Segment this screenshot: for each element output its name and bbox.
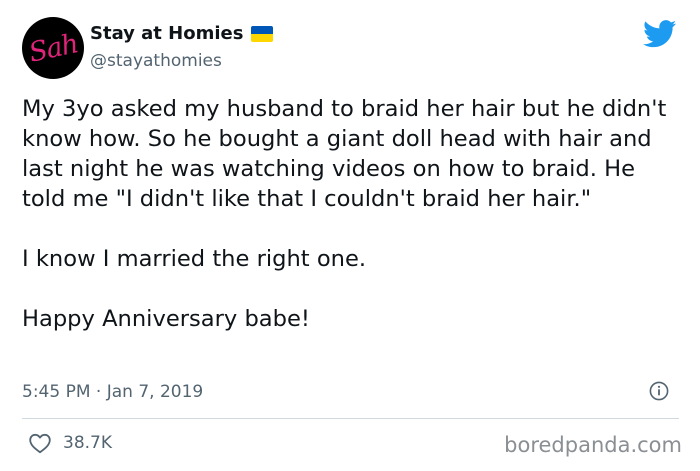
- author-name-row: Stay at Homies: [90, 22, 274, 46]
- twitter-bird-icon[interactable]: [643, 20, 677, 48]
- tweet-body: My 3yo asked my husband to braid her hai…: [22, 94, 682, 334]
- twitter-bird-shape: [643, 20, 677, 48]
- tweet-timestamp[interactable]: 5:45 PM · Jan 7, 2019: [22, 380, 203, 404]
- tweet-paragraph: Happy Anniversary babe!: [22, 306, 310, 332]
- flag-top-stripe: [251, 26, 274, 34]
- ukraine-flag-icon: [251, 26, 274, 42]
- heart-icon[interactable]: [28, 432, 52, 454]
- info-icon[interactable]: [649, 381, 669, 401]
- info-icon-dot: [657, 385, 661, 388]
- display-name[interactable]: Stay at Homies: [90, 22, 243, 46]
- watermark: boredpanda.com: [504, 433, 682, 457]
- heart-icon-shape: [29, 433, 51, 454]
- divider: [22, 418, 679, 419]
- user-handle[interactable]: @stayathomies: [90, 50, 222, 72]
- flag-bottom-stripe: [251, 34, 274, 42]
- tweet-paragraph: I know I married the right one.: [22, 246, 367, 272]
- avatar-logo-text: Sah: [25, 27, 81, 69]
- info-icon-stem: [658, 389, 660, 396]
- tweet-paragraph: My 3yo asked my husband to braid her hai…: [22, 96, 667, 212]
- like-count[interactable]: 38.7K: [63, 431, 112, 455]
- avatar[interactable]: Sah: [22, 17, 84, 79]
